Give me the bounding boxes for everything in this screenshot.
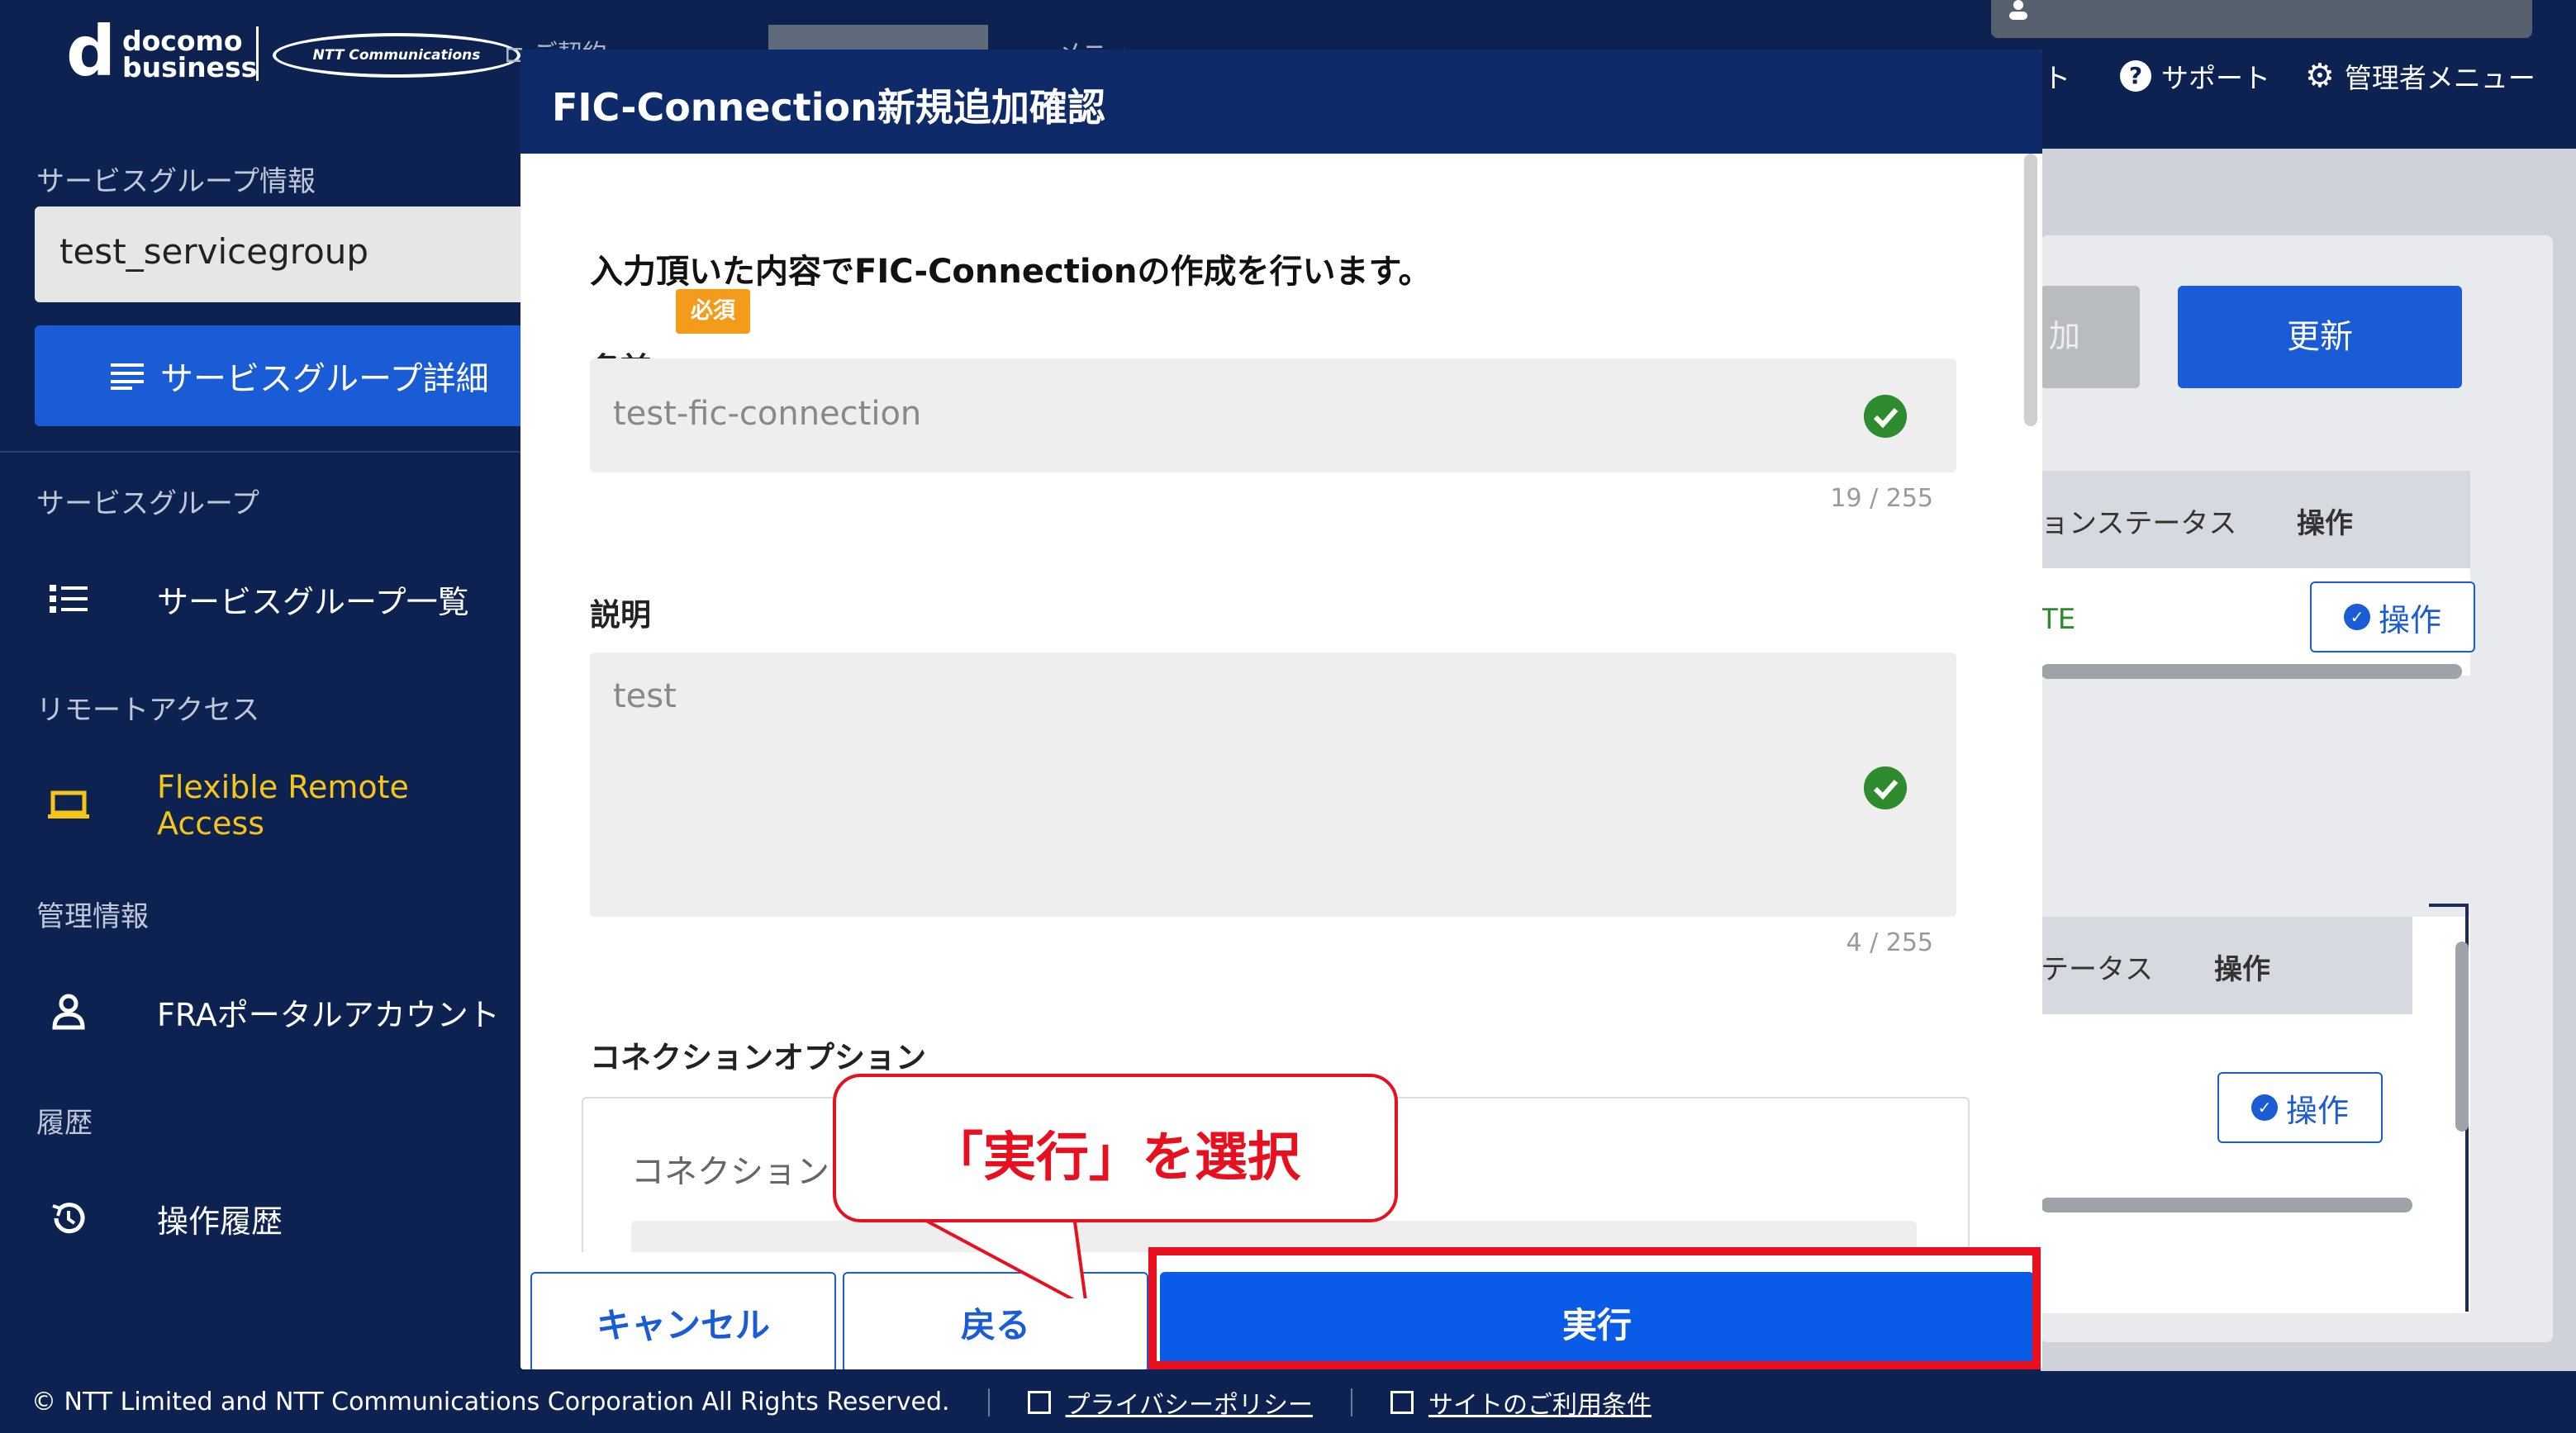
sidebar-heading-history: 履歴: [36, 1107, 93, 1140]
connection-options-label: コネクションオプション: [590, 1040, 926, 1075]
brand-text: docomo business: [122, 25, 258, 83]
sidebar-heading-remote-access: リモートアクセス: [36, 694, 260, 727]
user-account-bar[interactable]: [1991, 0, 2532, 38]
history-icon: [52, 1203, 85, 1234]
table2-header: テータス 操作: [2041, 917, 2412, 1014]
copyright-text: © NTT Limited and NTT Communications Cor…: [31, 1388, 950, 1416]
connection-sub-label: コネクション: [631, 1153, 829, 1191]
sidebar-heading-service-group: サービスグループ: [36, 487, 259, 520]
footer-divider: [987, 1388, 990, 1416]
support-link[interactable]: ? サポート: [2120, 56, 2270, 96]
vertical-scrollbar[interactable]: [2455, 942, 2469, 1132]
sidebar: サービスグループ情報 test_servicegroup サービスグループ詳細 …: [0, 124, 554, 1363]
docomo-d-mark: d: [66, 11, 116, 92]
description-char-counter: 4 / 255: [1846, 928, 1933, 957]
horizontal-scrollbar[interactable]: [2041, 664, 2462, 679]
gear-icon: ⚙: [2305, 57, 2335, 95]
sidebar-item-operation-history[interactable]: 操作履歴: [0, 1181, 520, 1255]
instruction-callout: 「実行」を選択: [833, 1074, 1398, 1222]
page-footer: © NTT Limited and NTT Communications Cor…: [0, 1371, 2576, 1433]
status-badge: TE: [2041, 603, 2076, 636]
row-operation-button[interactable]: ✓ 操作: [2310, 581, 2475, 652]
table-border-top: [2429, 904, 2469, 907]
dialog-title: FIC-Connection新規追加確認: [520, 50, 2042, 154]
help-icon: ?: [2120, 60, 2151, 92]
cancel-button[interactable]: キャンセル: [530, 1272, 836, 1369]
description-label: 説明: [590, 597, 651, 633]
description-field-value: test: [613, 677, 677, 715]
required-badge: 必須: [676, 289, 750, 334]
docomo-business-logo[interactable]: d docomo business NTT Communications: [66, 11, 520, 92]
check-circle-icon: [1864, 395, 1907, 438]
chevron-down-icon: ✓: [2250, 1094, 2278, 1121]
service-group-value: test_servicegroup: [59, 231, 369, 272]
horizontal-scrollbar-2[interactable]: [2041, 1198, 2412, 1212]
privacy-policy-link[interactable]: プライバシーポリシー: [1027, 1384, 1313, 1421]
list-icon: [50, 585, 88, 613]
service-group-detail-button[interactable]: サービスグループ詳細: [35, 325, 547, 426]
table1-header: ョンステータス 操作: [2041, 471, 2470, 568]
menu-icon: [111, 363, 144, 390]
user-icon: [2009, 0, 2027, 20]
name-char-counter: 19 / 255: [1830, 484, 1933, 513]
dialog-intro-text: 入力頂いた内容でFIC-Connectionの作成を行います。: [590, 253, 1432, 291]
update-button[interactable]: 更新: [2178, 286, 2462, 388]
check-circle-icon: [1864, 766, 1907, 809]
laptop-icon: [48, 790, 89, 819]
sidebar-item-service-group-list[interactable]: サービスグループ一覧: [0, 562, 520, 636]
callout-text: 「実行」を選択: [930, 1127, 1300, 1189]
sidebar-item-flexible-remote-access[interactable]: Flexible Remote Access: [0, 768, 520, 842]
person-icon: [52, 994, 85, 1030]
sidebar-item-fra-portal-account[interactable]: FRAポータルアカウント: [0, 975, 520, 1049]
external-link-icon: [1027, 1390, 1051, 1414]
ntt-communications-logo: NTT Communications: [273, 33, 520, 78]
chevron-down-icon: ✓: [2343, 604, 2370, 630]
logo-divider: [256, 26, 259, 81]
footer-divider: [1350, 1388, 1352, 1416]
external-link-icon: [1390, 1390, 1414, 1414]
sidebar-heading-management: 管理情報: [36, 900, 149, 933]
admin-menu-link[interactable]: ⚙ 管理者メニュー: [2305, 56, 2536, 96]
row-operation-button-2[interactable]: ✓ 操作: [2217, 1072, 2383, 1143]
terms-of-use-link[interactable]: サイトのご利用条件: [1390, 1384, 1652, 1421]
callout-tail: [916, 1216, 1087, 1298]
name-field[interactable]: test-fic-connection: [590, 358, 1956, 472]
execute-highlight-frame: [1148, 1247, 2041, 1369]
service-group-select[interactable]: test_servicegroup: [35, 206, 554, 302]
description-field[interactable]: test: [590, 652, 1956, 917]
add-button-disabled[interactable]: 加: [2041, 286, 2140, 388]
sidebar-divider: [0, 451, 520, 453]
name-field-value: test-fic-connection: [613, 395, 922, 433]
service-group-info-heading: サービスグループ情報: [36, 165, 316, 198]
